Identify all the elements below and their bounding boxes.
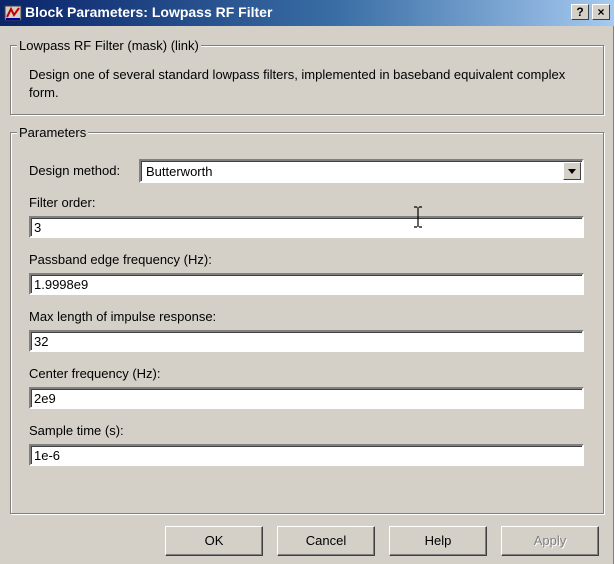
center-frequency-input[interactable]: 2e9 <box>29 387 584 409</box>
center-frequency-label: Center frequency (Hz): <box>29 366 161 381</box>
help-title-button[interactable]: ? <box>571 4 589 20</box>
design-method-label: Design method: <box>29 163 121 178</box>
text-cursor-icon <box>412 206 424 231</box>
mask-description: Design one of several standard lowpass f… <box>29 67 566 100</box>
max-length-label: Max length of impulse response: <box>29 309 217 324</box>
sample-time-input[interactable]: 1e-6 <box>29 444 584 466</box>
title-bar[interactable]: Block Parameters: Lowpass RF Filter ? × <box>0 0 614 26</box>
mask-group-label: Lowpass RF Filter (mask) (link) <box>17 38 201 53</box>
help-button[interactable]: Help <box>389 526 487 556</box>
simulink-block-icon <box>4 4 22 22</box>
ok-button[interactable]: OK <box>165 526 263 556</box>
parameters-group: Parameters Design method: Butterworth Fi… <box>10 125 604 514</box>
parameters-group-label: Parameters <box>17 125 89 140</box>
block-parameters-dialog: Block Parameters: Lowpass RF Filter ? × … <box>0 0 614 564</box>
cancel-button[interactable]: Cancel <box>277 526 375 556</box>
apply-button[interactable]: Apply <box>501 526 599 556</box>
sample-time-label: Sample time (s): <box>29 423 124 438</box>
design-method-value: Butterworth <box>146 164 213 179</box>
filter-order-label: Filter order: <box>29 195 96 210</box>
passband-edge-label: Passband edge frequency (Hz): <box>29 252 212 267</box>
dropdown-arrow-icon[interactable] <box>563 162 581 180</box>
design-method-select[interactable]: Butterworth <box>139 159 584 183</box>
mask-group: Lowpass RF Filter (mask) (link) Design o… <box>10 38 604 115</box>
window-title: Block Parameters: Lowpass RF Filter <box>25 4 273 20</box>
passband-edge-input[interactable]: 1.9998e9 <box>29 273 584 295</box>
filter-order-input[interactable]: 3 <box>29 216 584 238</box>
close-button[interactable]: × <box>592 4 610 20</box>
max-length-input[interactable]: 32 <box>29 330 584 352</box>
